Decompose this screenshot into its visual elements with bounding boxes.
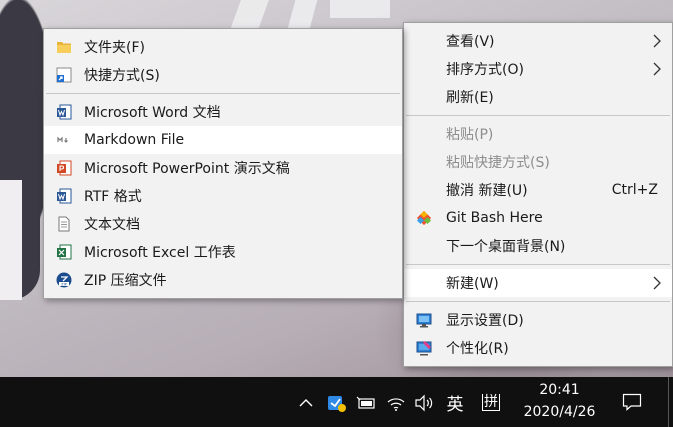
new-item-text-document[interactable]: 文本文档 bbox=[44, 210, 402, 238]
taskbar-clock[interactable]: 20:41 2020/4/26 bbox=[512, 379, 607, 423]
new-item-zip-archive[interactable]: ZIP ZIP 压缩文件 bbox=[44, 266, 402, 294]
excel-icon bbox=[56, 244, 72, 260]
menu-item-display-settings[interactable]: 显示设置(D) bbox=[404, 306, 672, 334]
desktop-context-menu: 查看(V) 排序方式(O) 刷新(E) 粘贴(P) 粘贴快捷方式(S) 撤消 新… bbox=[403, 22, 673, 367]
chevron-right-icon bbox=[653, 62, 661, 76]
menu-item-label: 文件夹(F) bbox=[84, 40, 145, 56]
menu-item-label: Markdown File bbox=[84, 132, 185, 148]
chevron-right-icon bbox=[653, 34, 661, 48]
menu-item-next-desktop-background[interactable]: 下一个桌面背景(N) bbox=[404, 232, 672, 260]
new-item-word-document[interactable]: Microsoft Word 文档 bbox=[44, 98, 402, 126]
menu-separator bbox=[406, 301, 670, 302]
menu-item-label: 下一个桌面背景(N) bbox=[446, 239, 566, 255]
word-icon bbox=[56, 104, 72, 120]
new-item-markdown-file[interactable]: Markdown File bbox=[44, 126, 402, 154]
battery-icon[interactable] bbox=[355, 392, 377, 414]
wifi-icon[interactable] bbox=[385, 392, 407, 414]
tray-app-icon[interactable] bbox=[326, 392, 348, 414]
menu-item-label: RTF 格式 bbox=[84, 189, 142, 205]
new-item-shortcut[interactable]: 快捷方式(S) bbox=[44, 61, 402, 89]
menu-item-label: 粘贴(P) bbox=[446, 127, 494, 143]
folder-icon bbox=[56, 39, 72, 55]
menu-item-label: 撤消 新建(U) bbox=[446, 183, 528, 199]
markdown-icon bbox=[56, 132, 72, 148]
menu-item-label: Git Bash Here bbox=[446, 210, 543, 226]
menu-item-label: Microsoft Excel 工作表 bbox=[84, 245, 236, 261]
new-item-folder[interactable]: 文件夹(F) bbox=[44, 33, 402, 61]
new-submenu: 文件夹(F) 快捷方式(S) Microsoft Word 文档 Markdow… bbox=[43, 28, 403, 299]
menu-item-refresh[interactable]: 刷新(E) bbox=[404, 83, 672, 111]
text-document-icon bbox=[56, 216, 72, 232]
menu-item-view[interactable]: 查看(V) bbox=[404, 27, 672, 55]
menu-item-paste-shortcut[interactable]: 粘贴快捷方式(S) bbox=[404, 148, 672, 176]
show-hidden-icons-chevron-up-icon[interactable] bbox=[296, 393, 316, 413]
menu-item-shortcut: Ctrl+Z bbox=[611, 182, 658, 198]
menu-item-sort-by[interactable]: 排序方式(O) bbox=[404, 55, 672, 83]
ime-language-indicator[interactable]: 英 bbox=[442, 389, 468, 415]
menu-item-personalize[interactable]: 个性化(R) bbox=[404, 334, 672, 362]
clock-date: 2020/4/26 bbox=[523, 404, 596, 420]
menu-item-label: 排序方式(O) bbox=[446, 62, 524, 78]
menu-separator bbox=[406, 264, 670, 265]
ime-mode-label: 拼 bbox=[482, 393, 500, 411]
volume-icon[interactable] bbox=[413, 392, 435, 414]
display-icon bbox=[416, 312, 432, 328]
show-desktop-button[interactable] bbox=[669, 377, 673, 427]
svg-text:ZIP: ZIP bbox=[61, 282, 68, 286]
menu-item-label: Microsoft PowerPoint 演示文稿 bbox=[84, 161, 290, 177]
taskbar: 英 拼 20:41 2020/4/26 bbox=[0, 377, 673, 427]
menu-item-new[interactable]: 新建(W) bbox=[404, 269, 672, 297]
new-item-excel-worksheet[interactable]: Microsoft Excel 工作表 bbox=[44, 238, 402, 266]
menu-separator bbox=[406, 115, 670, 116]
zip-icon: ZIP bbox=[56, 272, 72, 288]
rtf-icon bbox=[56, 188, 72, 204]
menu-item-label: 个性化(R) bbox=[446, 341, 509, 357]
menu-item-label: 显示设置(D) bbox=[446, 313, 524, 329]
git-icon bbox=[416, 210, 432, 226]
new-item-powerpoint-presentation[interactable]: Microsoft PowerPoint 演示文稿 bbox=[44, 154, 402, 182]
menu-item-label: 粘贴快捷方式(S) bbox=[446, 155, 550, 171]
chevron-right-icon bbox=[653, 276, 661, 290]
personalize-icon bbox=[416, 340, 432, 356]
shortcut-icon bbox=[56, 67, 72, 83]
new-item-rtf-document[interactable]: RTF 格式 bbox=[44, 182, 402, 210]
menu-item-undo-new[interactable]: 撤消 新建(U) Ctrl+Z bbox=[404, 176, 672, 204]
menu-item-label: ZIP 压缩文件 bbox=[84, 273, 167, 289]
menu-item-label: 查看(V) bbox=[446, 34, 495, 50]
menu-item-label: 快捷方式(S) bbox=[84, 68, 160, 84]
powerpoint-icon bbox=[56, 160, 72, 176]
ime-mode-indicator[interactable]: 拼 bbox=[480, 391, 502, 413]
menu-item-git-bash-here[interactable]: Git Bash Here bbox=[404, 204, 672, 232]
menu-item-paste[interactable]: 粘贴(P) bbox=[404, 120, 672, 148]
menu-item-label: 新建(W) bbox=[446, 276, 499, 292]
menu-separator bbox=[46, 93, 400, 94]
clock-time: 20:41 bbox=[539, 382, 580, 398]
menu-item-label: 文本文档 bbox=[84, 217, 140, 233]
menu-item-label: 刷新(E) bbox=[446, 90, 494, 106]
action-center-notification-icon[interactable] bbox=[620, 391, 644, 413]
menu-item-label: Microsoft Word 文档 bbox=[84, 105, 221, 121]
